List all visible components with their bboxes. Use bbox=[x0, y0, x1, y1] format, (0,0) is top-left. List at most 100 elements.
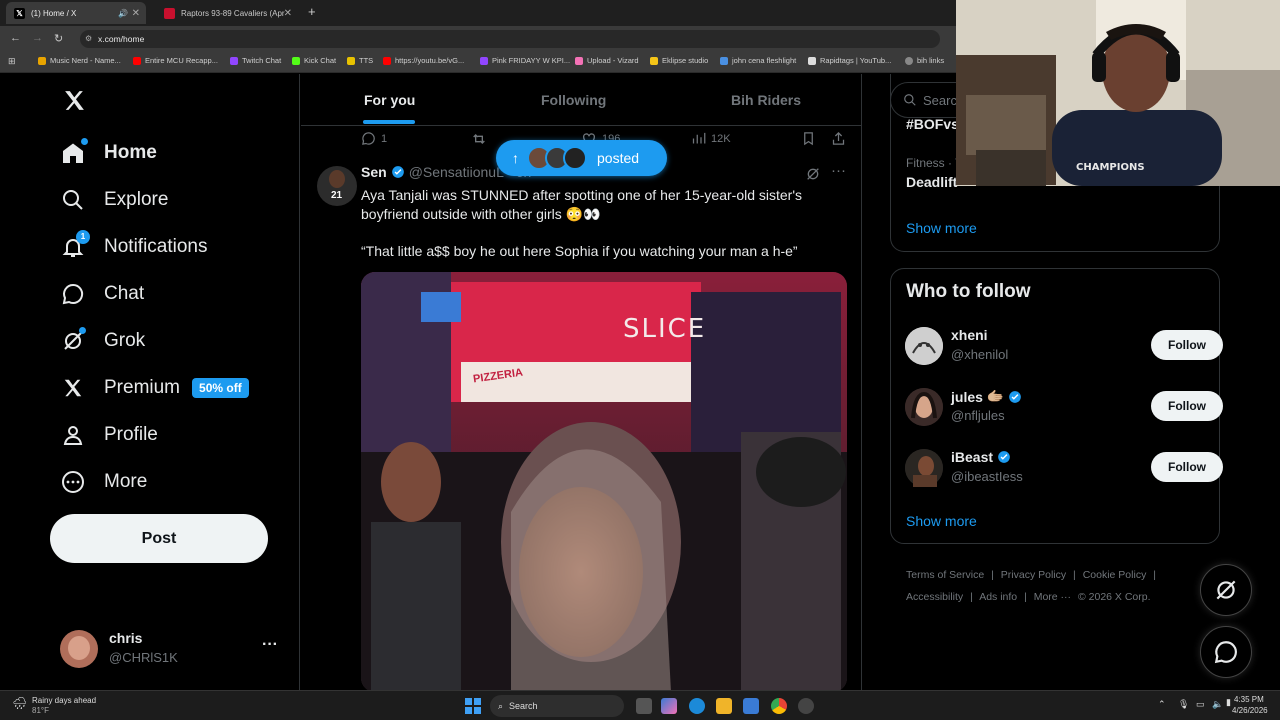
footer-link[interactable]: Terms of Service bbox=[906, 569, 984, 581]
bookmark-item[interactable]: Twitch Chat bbox=[230, 56, 281, 65]
footer-link[interactable]: Privacy Policy bbox=[1001, 569, 1066, 581]
clock-date[interactable]: 4/26/2026 bbox=[1232, 706, 1268, 715]
tab-for-you[interactable]: For you bbox=[364, 92, 415, 108]
avatar[interactable] bbox=[905, 449, 943, 487]
account-switcher[interactable]: chris @CHRlS1K ··· bbox=[60, 630, 292, 670]
avatar[interactable] bbox=[905, 327, 943, 365]
apps-grid-icon[interactable]: ⊞ bbox=[8, 56, 16, 67]
close-tab-icon[interactable]: ✕ bbox=[284, 8, 292, 19]
microphone-icon[interactable]: 🎙 bbox=[1178, 699, 1189, 710]
tweet-more-icon[interactable]: ··· bbox=[831, 162, 846, 179]
new-tab-button[interactable]: + bbox=[308, 4, 316, 19]
site-settings-icon[interactable]: ⚙ bbox=[85, 30, 92, 48]
bookmark-item[interactable]: Entire MCU Recapp... bbox=[133, 56, 218, 65]
weather-icon[interactable]: 🌧 bbox=[12, 696, 27, 710]
repost-button[interactable] bbox=[471, 131, 487, 147]
bookmark-item[interactable]: Eklipse studio bbox=[650, 56, 708, 65]
start-icon[interactable] bbox=[465, 698, 481, 714]
avatar[interactable] bbox=[905, 388, 943, 426]
browser-tab-raptors[interactable]: Raptors 93-89 Cavaliers (Apr 2 ✕ bbox=[156, 2, 298, 24]
bookmark-item[interactable]: Kick Chat bbox=[292, 56, 336, 65]
bookmark-label: Rapidtags | YouTub... bbox=[820, 56, 892, 65]
tweet-video[interactable]: SLICE PIZZERIA bbox=[361, 272, 847, 690]
follow-button[interactable]: Follow bbox=[1151, 391, 1223, 421]
post-button[interactable]: Post bbox=[50, 514, 268, 563]
footer-link[interactable]: Cookie Policy bbox=[1083, 569, 1147, 581]
close-tab-icon[interactable]: ✕ bbox=[132, 8, 140, 19]
reload-icon[interactable]: ↻ bbox=[54, 32, 63, 45]
nav-more[interactable]: More bbox=[60, 464, 147, 500]
battery-icon[interactable]: ▮ bbox=[1226, 697, 1231, 708]
edge-icon[interactable] bbox=[689, 698, 705, 714]
account-menu-icon[interactable]: ··· bbox=[262, 636, 278, 654]
bookmark-item[interactable]: Pink FRIDAYY W KPI... bbox=[480, 56, 570, 65]
footer-link[interactable]: Ads info bbox=[979, 591, 1017, 603]
browser-tab-x-home[interactable]: 𝕏 (1) Home / X 🔊 ✕ bbox=[6, 2, 146, 24]
account-handle: @CHRlS1K bbox=[109, 650, 178, 665]
task-view-icon[interactable] bbox=[636, 698, 652, 714]
bookmark-item[interactable]: bih links bbox=[905, 56, 944, 65]
store-icon[interactable] bbox=[743, 698, 759, 714]
trend-topic[interactable]: Deadlift bbox=[906, 174, 957, 190]
back-icon[interactable]: ← bbox=[10, 32, 21, 44]
x-logo-icon[interactable] bbox=[62, 88, 87, 118]
views-button[interactable]: 12K bbox=[691, 131, 731, 146]
bookmark-item[interactable]: https://youtu.be/vG... bbox=[383, 56, 464, 65]
bookmark-button[interactable] bbox=[801, 131, 816, 146]
taskbar-search[interactable]: ⌕ Search bbox=[490, 695, 624, 717]
tweet-author-name[interactable]: Sen bbox=[361, 164, 387, 180]
bookmark-label: Entire MCU Recapp... bbox=[145, 56, 218, 65]
speaker-icon[interactable]: 🔊 bbox=[118, 9, 128, 18]
file-explorer-icon[interactable] bbox=[716, 698, 732, 714]
nav-explore[interactable]: Explore bbox=[60, 182, 168, 218]
grok-icon bbox=[60, 327, 86, 354]
trend-hashtag[interactable]: #BOFvs bbox=[906, 116, 959, 132]
tab-following[interactable]: Following bbox=[541, 92, 606, 108]
tweet-author-avatar[interactable]: 21 bbox=[317, 166, 357, 206]
grok-icon[interactable] bbox=[805, 166, 821, 187]
messages-fab-button[interactable] bbox=[1200, 626, 1252, 678]
clock-time[interactable]: 4:35 PM bbox=[1234, 695, 1264, 704]
footer-separator: | bbox=[970, 591, 973, 603]
reply-button[interactable]: 1 bbox=[361, 131, 387, 146]
bookmark-label: TTS bbox=[359, 56, 374, 65]
tab-bih-riders[interactable]: Bih Riders bbox=[731, 92, 801, 108]
share-button[interactable] bbox=[831, 131, 846, 146]
weather-title[interactable]: Rainy days ahead bbox=[32, 696, 96, 705]
nav-home[interactable]: Home bbox=[60, 135, 157, 171]
bookmark-item[interactable]: Rapidtags | YouTub... bbox=[808, 56, 891, 65]
follow-button[interactable]: Follow bbox=[1151, 330, 1223, 360]
follow-suggestion[interactable]: iBeast @ibeastIess Follow bbox=[905, 447, 1223, 497]
new-posts-pill[interactable]: ↑ posted bbox=[496, 140, 667, 176]
network-icon[interactable]: ▭ bbox=[1196, 699, 1205, 710]
volume-icon[interactable]: 🔈 bbox=[1212, 699, 1223, 710]
poster-avatars bbox=[527, 146, 587, 170]
show-more-trends-link[interactable]: Show more bbox=[906, 220, 977, 236]
bookmark-item[interactable]: Music Nerd - Name... bbox=[38, 56, 121, 65]
bookmark-item[interactable]: TTS bbox=[347, 56, 373, 65]
copilot-icon[interactable] bbox=[661, 698, 677, 714]
avatar bbox=[60, 630, 98, 668]
settings-icon[interactable] bbox=[798, 698, 814, 714]
grok-fab-button[interactable] bbox=[1200, 564, 1252, 616]
footer-link[interactable]: More ··· bbox=[1034, 591, 1071, 603]
follow-suggestion[interactable]: xheni @xhenilol Follow bbox=[905, 325, 1223, 375]
bookmark-item[interactable]: Upload - Vizard bbox=[575, 56, 639, 65]
eklipse-icon bbox=[650, 56, 658, 65]
footer-link[interactable]: Accessibility bbox=[906, 591, 963, 603]
chrome-icon[interactable] bbox=[771, 698, 787, 714]
show-more-follow-link[interactable]: Show more bbox=[906, 513, 977, 529]
follow-button[interactable]: Follow bbox=[1151, 452, 1223, 482]
chevron-up-icon[interactable]: ⌃ bbox=[1158, 699, 1166, 710]
forward-icon[interactable]: → bbox=[32, 32, 43, 44]
bookmark-item[interactable]: john cena fleshlight bbox=[720, 56, 796, 65]
url-bar[interactable]: ⚙ x.com/home bbox=[80, 30, 940, 48]
nav-grok[interactable]: Grok bbox=[60, 323, 145, 359]
nav-premium[interactable]: Premium 50% off bbox=[60, 370, 249, 406]
nav-notifications[interactable]: 1 Notifications bbox=[60, 229, 208, 265]
suggestion-name-text: jules bbox=[951, 388, 983, 405]
follow-suggestion[interactable]: jules 🫱🏼 @nfljules Follow bbox=[905, 386, 1223, 436]
nav-chat[interactable]: Chat bbox=[60, 276, 144, 312]
suggestion-name: jules 🫱🏼 bbox=[951, 388, 1022, 405]
nav-profile[interactable]: Profile bbox=[60, 417, 158, 453]
